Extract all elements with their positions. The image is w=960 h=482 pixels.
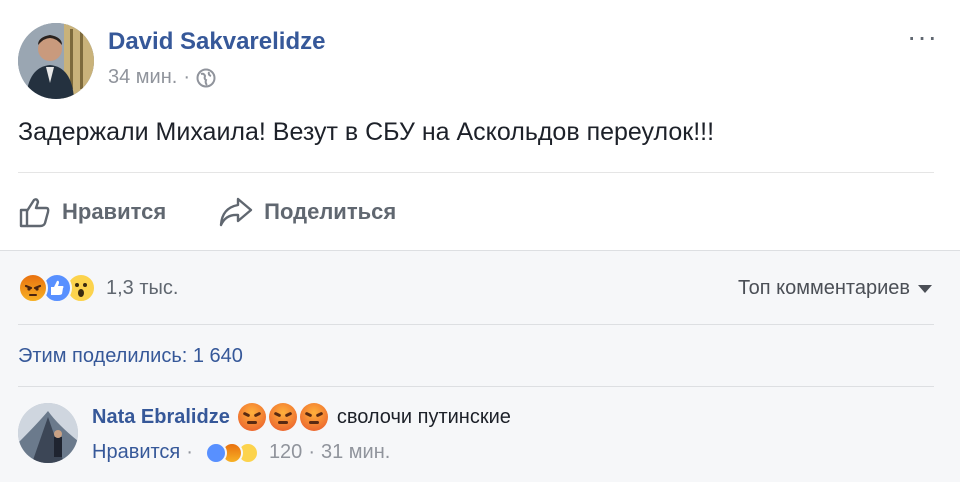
- angry-reaction-icon: [18, 273, 48, 303]
- meta-separator: ·: [308, 441, 315, 463]
- divider: [18, 386, 934, 387]
- post-time[interactable]: 34 мин.: [108, 66, 177, 89]
- meta-separator: ·: [183, 66, 190, 88]
- post-text: Задержали Михаила! Везут в СБУ на Асколь…: [18, 118, 715, 146]
- commenter-avatar[interactable]: [18, 403, 78, 463]
- comment-time[interactable]: 31 мин.: [321, 441, 390, 464]
- angry-emoji-icon: [237, 403, 266, 431]
- meta-separator: ·: [186, 441, 193, 463]
- comment-line: Nata Ebralidze сволочи путинские: [92, 403, 511, 431]
- more-options-button[interactable]: ···: [907, 23, 938, 51]
- globe-icon[interactable]: [196, 68, 216, 88]
- thumbs-up-icon: [19, 198, 50, 228]
- angry-emoji-icon: [299, 403, 328, 431]
- sort-label: Топ комментариев: [737, 277, 910, 299]
- comment-text: сволочи путинские: [336, 405, 511, 428]
- divider: [18, 172, 934, 173]
- share-button[interactable]: Поделиться: [218, 196, 396, 228]
- caret-down-icon: [918, 284, 932, 293]
- post-author-name[interactable]: David Sakvarelidze: [108, 28, 325, 56]
- reactions-summary[interactable]: 1,3 тыс.: [18, 273, 178, 303]
- divider: [18, 324, 934, 325]
- like-reaction-icon: [204, 441, 227, 464]
- reaction-count[interactable]: 1,3 тыс.: [106, 277, 178, 300]
- post-card: David Sakvarelidze 34 мин. · ··· Задержа…: [0, 0, 960, 250]
- share-icon: [219, 197, 253, 227]
- author-avatar[interactable]: [18, 23, 94, 99]
- comment-item: Nata Ebralidze сволочи путинские Нравитс…: [18, 401, 938, 473]
- feedback-section: 1,3 тыс. Топ комментариев Этим поделилис…: [0, 250, 960, 482]
- like-label: Нравится: [62, 199, 167, 224]
- comment-meta: Нравится · 120 · 31 мин.: [92, 441, 390, 464]
- post-meta: 34 мин. ·: [108, 66, 216, 89]
- commenter-name[interactable]: Nata Ebralidze: [92, 406, 230, 429]
- sort-comments-dropdown[interactable]: Топ комментариев: [738, 277, 932, 300]
- post-actions: Нравится Поделиться: [18, 190, 448, 234]
- share-label: Поделиться: [264, 199, 397, 224]
- comment-like-link[interactable]: Нравится: [92, 441, 180, 464]
- comment-reaction-count[interactable]: 120: [269, 441, 302, 464]
- comment-reactions[interactable]: [204, 441, 259, 464]
- angry-emoji-icon: [268, 403, 297, 431]
- shares-count[interactable]: Этим поделились: 1 640: [18, 345, 243, 368]
- like-button[interactable]: Нравится: [18, 195, 166, 229]
